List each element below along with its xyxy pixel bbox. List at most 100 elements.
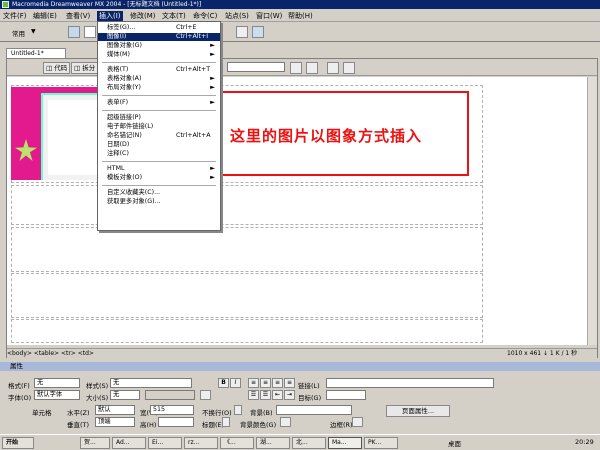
horz-align-select[interactable]: 默认 xyxy=(95,405,135,415)
header-label: 标题(E) xyxy=(202,421,225,429)
taskbar-item[interactable]: Ei... xyxy=(148,437,182,449)
outdent-icon[interactable]: ⇤ xyxy=(272,390,283,400)
desktop-toolbar-label[interactable]: 桌面 xyxy=(448,438,461,448)
height-label: 高(H) xyxy=(140,421,157,429)
menu-item-layout-objects[interactable]: 布局对象(Y) ► xyxy=(98,84,220,92)
menu-item-email-link[interactable]: 电子邮件链接(L) xyxy=(98,123,220,131)
menu-item-hyperlink[interactable]: 超级链接(P) xyxy=(98,114,220,122)
preview-in-browser-icon[interactable] xyxy=(306,62,318,74)
style-select[interactable]: 无 xyxy=(110,378,192,388)
tag-chooser-icon[interactable] xyxy=(252,26,264,38)
nowrap-checkbox[interactable] xyxy=(234,405,242,415)
menu-item-table-objects[interactable]: 表格对象(A) ► xyxy=(98,75,220,83)
code-view-button[interactable]: ◫ 代码 xyxy=(43,62,71,74)
tag-selector[interactable]: <body> <table> <tr> <td> xyxy=(7,349,94,359)
bg-image-field[interactable] xyxy=(276,405,352,415)
start-button[interactable]: 开始 xyxy=(2,437,34,449)
menu-item-template-objects[interactable]: 模板对象(O) ► xyxy=(98,174,220,182)
menu-commands[interactable]: 命令(C) xyxy=(193,11,217,21)
table-row[interactable] xyxy=(11,319,483,343)
format-select[interactable]: 无 xyxy=(34,378,80,388)
properties-panel: 格式(F) 无 样式(S) 无 B I ≡ ≡ ≡ ≡ 链接(L) 字体(O) … xyxy=(0,362,600,434)
menu-item-html[interactable]: HTML ► xyxy=(98,165,220,173)
menu-item-image[interactable]: 图像(I) Ctrl+Alt+I xyxy=(98,33,220,41)
template-icon[interactable] xyxy=(236,26,248,38)
menu-item-tag[interactable]: 标签(G)... Ctrl+E xyxy=(98,24,220,32)
title-field[interactable] xyxy=(227,62,285,72)
menu-edit[interactable]: 编辑(E) xyxy=(33,11,57,21)
link-field[interactable] xyxy=(326,378,494,388)
split-view-button[interactable]: ◫ 拆分 xyxy=(71,62,99,74)
indent-icon[interactable]: ⇥ xyxy=(284,390,295,400)
menu-item-image-objects[interactable]: 图像对象(G) ► xyxy=(98,42,220,50)
menu-file[interactable]: 文件(F) xyxy=(3,11,27,21)
menu-help[interactable]: 帮助(H) xyxy=(288,11,313,21)
windows-taskbar: 开始 贺... Ad... Ei... rz... 《... 湖... 北...… xyxy=(0,434,600,450)
text-color-swatch[interactable] xyxy=(200,390,211,400)
email-icon[interactable] xyxy=(84,26,96,38)
insert-category-dropdown[interactable]: 常用 xyxy=(12,28,25,38)
taskbar-item[interactable]: rz... xyxy=(184,437,218,449)
table-row[interactable] xyxy=(11,185,483,225)
taskbar-item[interactable]: 北... xyxy=(292,437,326,449)
menu-insert[interactable]: 插入(I) xyxy=(97,11,123,21)
target-select[interactable] xyxy=(326,390,366,400)
menu-item-date[interactable]: 日期(D) xyxy=(98,141,220,149)
align-left-icon[interactable]: ≡ xyxy=(248,378,259,388)
ordered-list-icon[interactable]: ☰ xyxy=(260,390,271,400)
bold-button[interactable]: B xyxy=(218,378,229,388)
size-select[interactable]: 无 xyxy=(110,390,140,400)
font-select[interactable]: 默认字体 xyxy=(34,390,80,400)
menu-window[interactable]: 窗口(W) xyxy=(256,11,282,21)
height-field[interactable] xyxy=(158,417,194,427)
menu-item-comment[interactable]: 注释(C) xyxy=(98,150,220,158)
properties-header[interactable]: 属性 xyxy=(0,362,600,371)
submenu-arrow-icon: ► xyxy=(210,165,215,172)
taskbar-item[interactable]: 湖... xyxy=(256,437,290,449)
menu-item-table[interactable]: 表格(T) Ctrl+Alt+T xyxy=(98,66,220,74)
cell-label: 单元格 xyxy=(32,409,52,417)
width-field[interactable]: 515 xyxy=(150,405,194,415)
menu-view[interactable]: 查看(V) xyxy=(66,11,90,21)
table-row[interactable] xyxy=(11,227,483,272)
window-size-readout: 1010 x 461 ↓ 1 K / 1 秒 xyxy=(507,350,578,357)
view-options-icon[interactable] xyxy=(343,62,355,74)
menu-item-media[interactable]: 媒体(M) ► xyxy=(98,51,220,59)
taskbar-item[interactable]: Ad... xyxy=(112,437,146,449)
nowrap-label: 不换行(O) xyxy=(202,409,232,417)
page-properties-button[interactable]: 页面属性... xyxy=(386,405,450,417)
hyperlink-icon[interactable] xyxy=(68,26,80,38)
vert-align-select[interactable]: 顶端 xyxy=(95,417,135,427)
menu-site[interactable]: 站点(S) xyxy=(225,11,249,21)
bgcolor-swatch[interactable] xyxy=(280,417,291,427)
format-label: 格式(F) xyxy=(8,382,30,390)
menu-separator xyxy=(102,185,216,186)
submenu-arrow-icon: ► xyxy=(210,99,215,106)
insert-menu: 标签(G)... Ctrl+E 图像(I) Ctrl+Alt+I 图像对象(G) ► … xyxy=(97,21,221,231)
justify-icon[interactable]: ≡ xyxy=(284,378,295,388)
taskbar-item-active[interactable]: Ma... xyxy=(328,437,362,449)
table-row[interactable] xyxy=(11,273,483,318)
clock: 20:29 xyxy=(575,438,594,446)
menu-item-customize-favorites[interactable]: 自定义收藏夹(C)... xyxy=(98,189,220,197)
taskbar-item[interactable]: 贺... xyxy=(80,437,110,449)
file-management-icon[interactable] xyxy=(290,62,302,74)
unordered-list-icon[interactable]: ☰ xyxy=(248,390,259,400)
align-right-icon[interactable]: ≡ xyxy=(272,378,283,388)
menu-item-get-more-objects[interactable]: 获取更多对象(G)... xyxy=(98,198,220,206)
refresh-icon[interactable] xyxy=(327,62,339,74)
header-checkbox[interactable] xyxy=(222,417,230,427)
submenu-arrow-icon: ► xyxy=(210,174,215,181)
align-center-icon[interactable]: ≡ xyxy=(260,378,271,388)
menu-text[interactable]: 文本(T) xyxy=(162,11,186,21)
vertical-scrollbar[interactable] xyxy=(587,77,597,345)
menu-item-form[interactable]: 表单(F) ► xyxy=(98,99,220,107)
chevron-down-icon[interactable]: ▼ xyxy=(31,28,36,35)
menu-item-named-anchor[interactable]: 命名锚记(N) Ctrl+Alt+A xyxy=(98,132,220,140)
size-unit-select[interactable] xyxy=(145,390,195,400)
italic-button[interactable]: I xyxy=(230,378,241,388)
border-color-swatch[interactable] xyxy=(352,417,363,427)
menu-modify[interactable]: 修改(M) xyxy=(130,11,156,21)
taskbar-item[interactable]: PK... xyxy=(364,437,398,449)
taskbar-item[interactable]: 《... xyxy=(220,437,254,449)
